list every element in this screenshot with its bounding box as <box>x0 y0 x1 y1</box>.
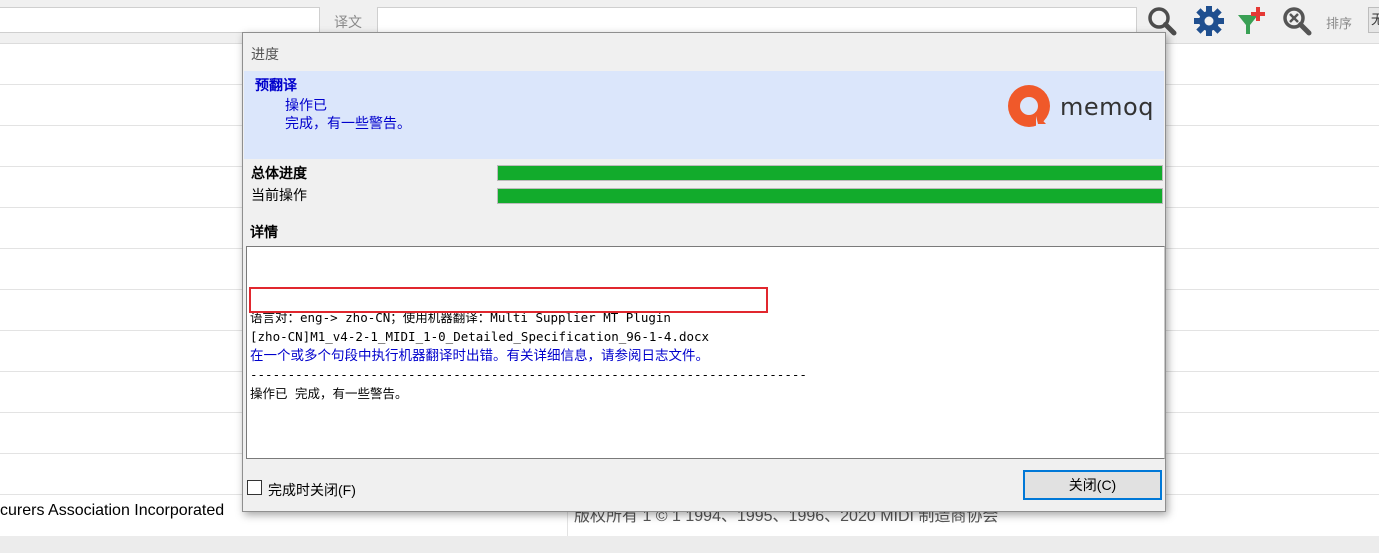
memoq-logo-icon <box>1008 85 1050 128</box>
task-header: 预翻译 操作已 完成，有一些警告。 memoq <box>244 71 1164 159</box>
current-operation-bar <box>497 188 1163 204</box>
target-filter-input[interactable] <box>377 7 1137 33</box>
source-segment[interactable]: curers Association Incorporated <box>0 502 224 520</box>
overall-progress-fill <box>498 166 1162 180</box>
gear-icon[interactable] <box>1193 5 1225 37</box>
sort-label: 排序 <box>1326 16 1353 31</box>
source-filter-input[interactable] <box>0 7 320 33</box>
error-highlight <box>249 287 768 313</box>
current-operation-label: 当前操作 <box>251 187 307 203</box>
details-log[interactable]: 语言对：eng-> zho-CN；使用机器翻译：Multi Supplier M… <box>246 246 1165 459</box>
overall-progress-bar <box>497 165 1163 181</box>
task-status: 操作已 <box>285 97 327 113</box>
log-line: 在一个或多个句段中执行机器翻译时出错。有关详细信息，请参阅日志文件。 <box>250 348 709 363</box>
log-line: 操作已 完成，有一些警告。 <box>250 386 408 401</box>
log-line: [zho-CN]M1_v4-2-1_MIDI_1-0_Detailed_Spec… <box>250 329 710 344</box>
sort-select[interactable]: 无 <box>1368 7 1379 33</box>
clear-search-icon[interactable] <box>1281 5 1313 37</box>
task-result: 完成，有一些警告。 <box>285 115 411 131</box>
close-on-complete-label[interactable]: 完成时关闭(F) <box>268 480 356 500</box>
progress-dialog: 进度 预翻译 操作已 完成，有一些警告。 memoq 总体进度 当前操作 详情 … <box>242 32 1166 512</box>
details-label: 详情 <box>250 224 278 240</box>
current-operation-fill <box>498 189 1162 203</box>
close-button[interactable]: 关闭(C) <box>1023 470 1162 500</box>
status-strip <box>0 536 1379 553</box>
dialog-title: 进度 <box>251 46 279 62</box>
add-filter-icon[interactable] <box>1236 5 1268 37</box>
log-line: ----------------------------------------… <box>250 367 807 382</box>
overall-progress-label: 总体进度 <box>251 165 307 181</box>
task-title: 预翻译 <box>255 77 297 93</box>
target-filter-label: 译文 <box>334 14 362 30</box>
memoq-logo: memoq <box>1006 84 1154 130</box>
close-on-complete-checkbox[interactable] <box>247 480 262 495</box>
logo-text: memoq <box>1060 93 1154 121</box>
